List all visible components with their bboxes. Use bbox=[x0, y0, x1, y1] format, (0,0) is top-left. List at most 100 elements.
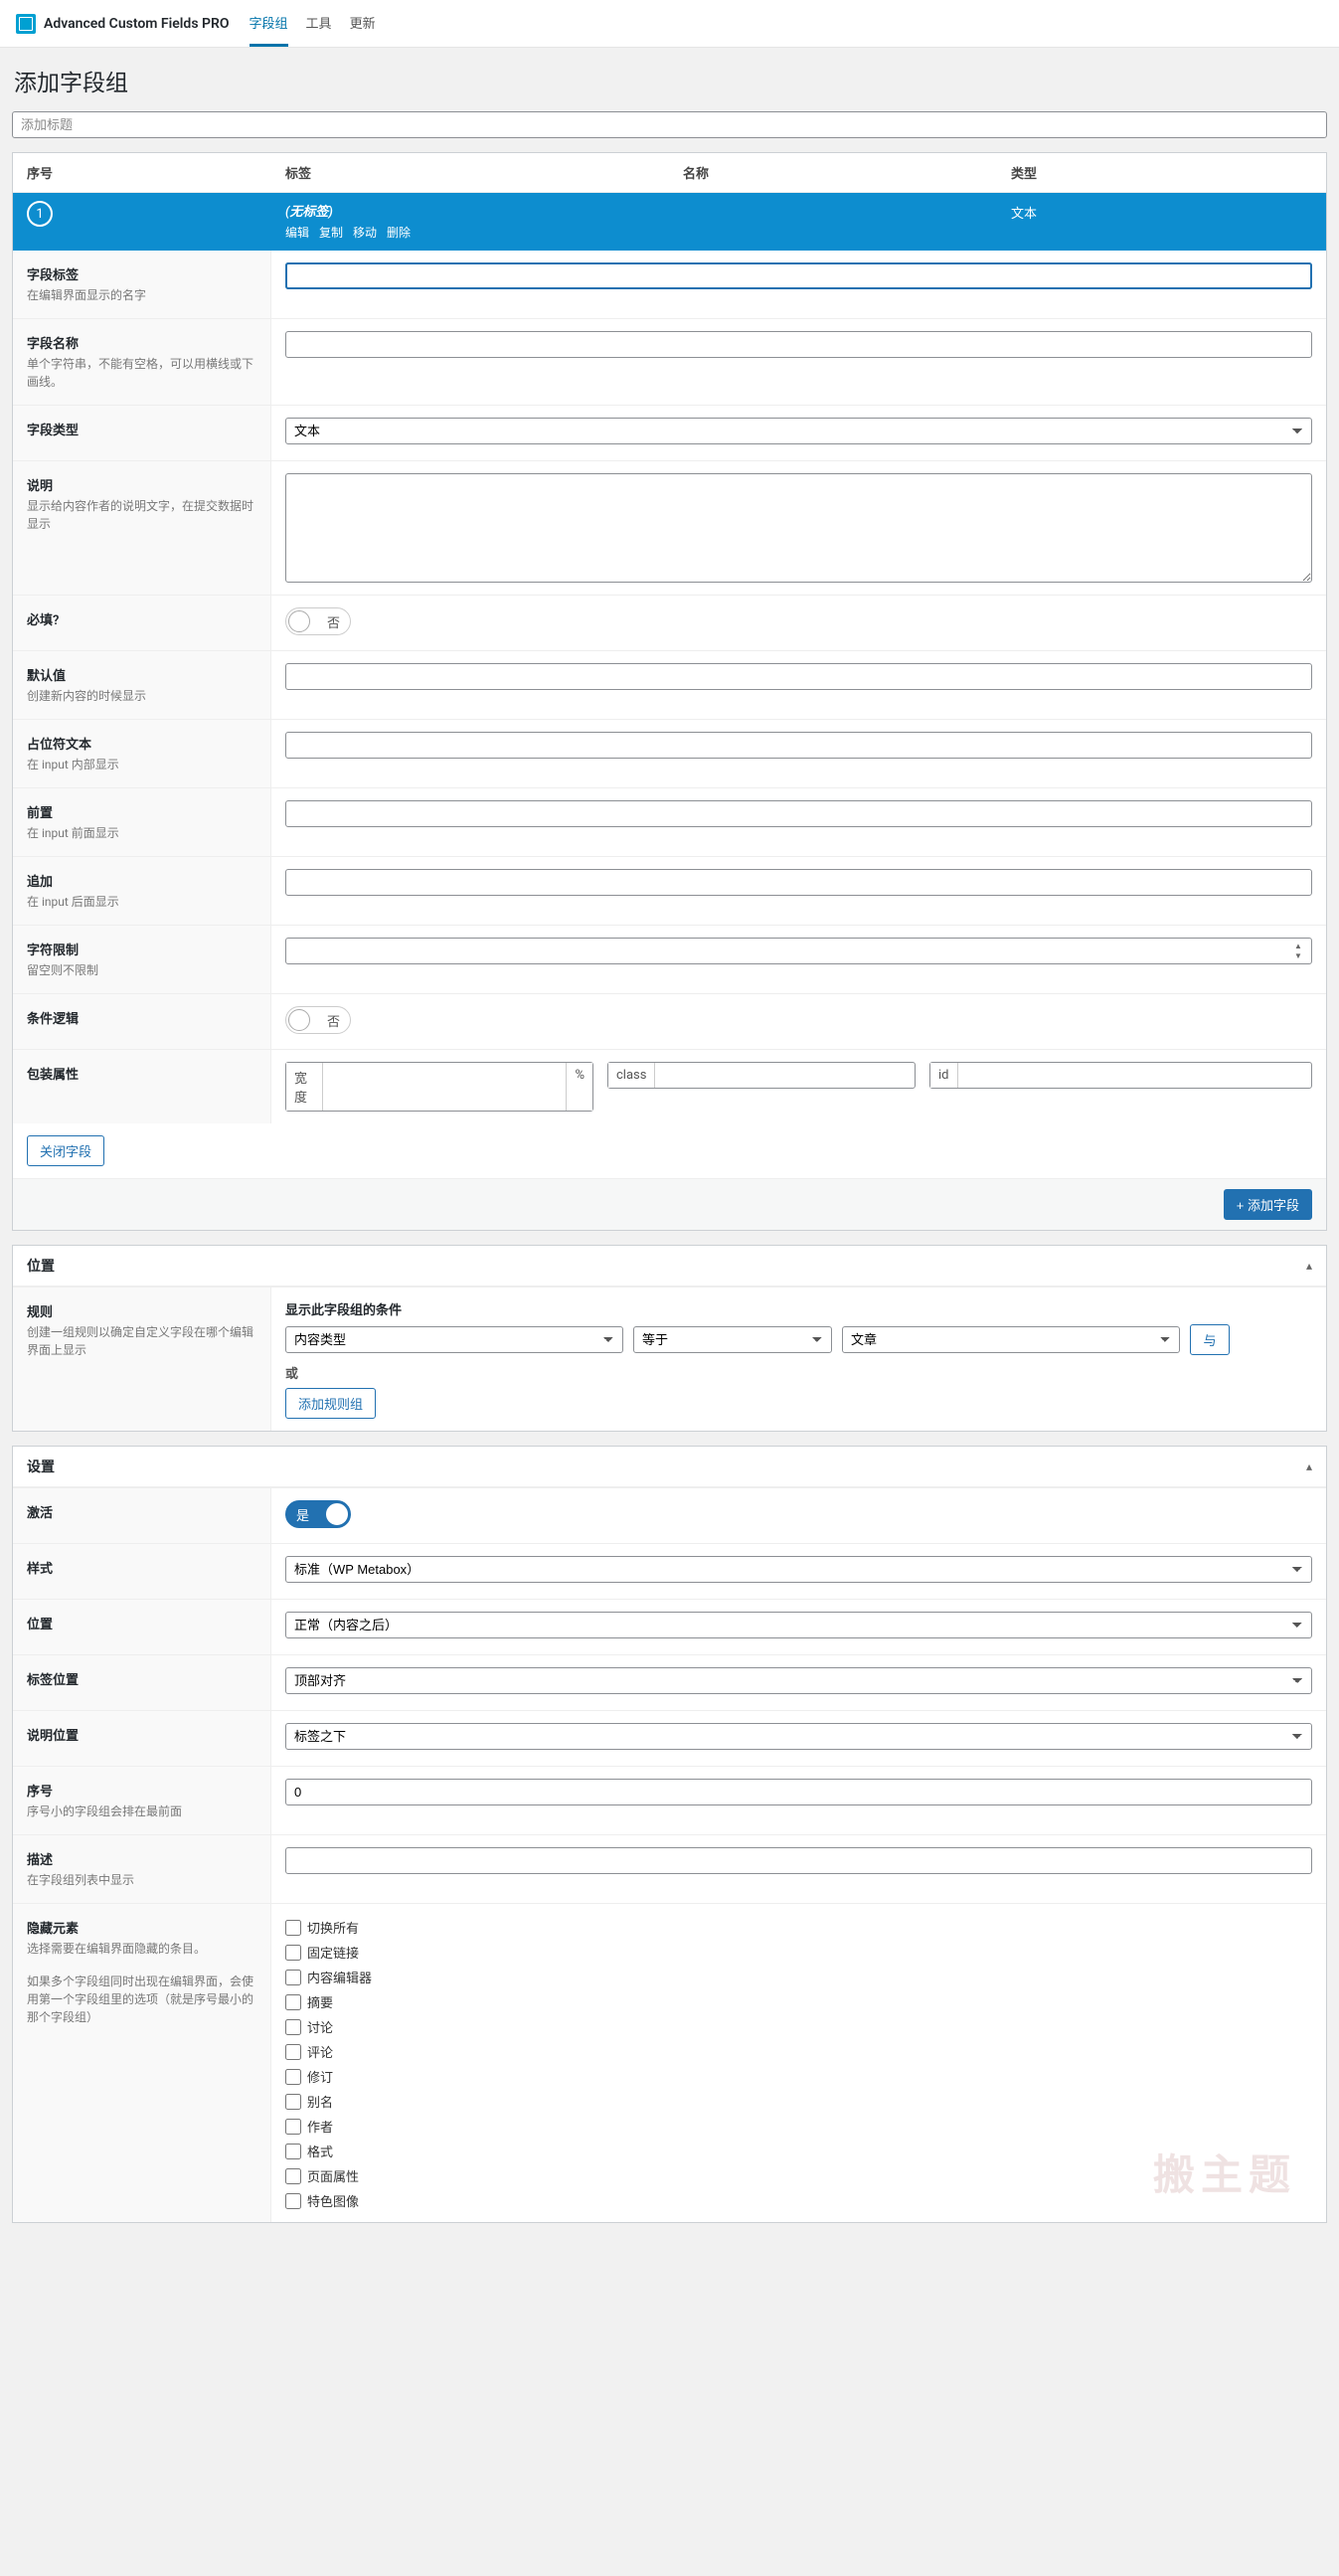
order-badge: 1 bbox=[27, 201, 53, 227]
lbl-default: 默认值 bbox=[27, 665, 256, 684]
hide-item[interactable]: 内容编辑器 bbox=[285, 1968, 372, 1986]
hide-item[interactable]: 修订 bbox=[285, 2067, 372, 2086]
rule-operator[interactable]: 等于 bbox=[633, 1326, 832, 1353]
wrapper-width: 宽度% bbox=[285, 1062, 593, 1112]
hide-checkbox[interactable] bbox=[285, 1945, 301, 1961]
input-placeholder[interactable] bbox=[285, 732, 1312, 759]
wrapper-id: id bbox=[929, 1062, 1312, 1089]
hide-checkbox[interactable] bbox=[285, 1970, 301, 1985]
page-title: 添加字段组 bbox=[14, 64, 1327, 97]
header-tabs: 字段组 工具 更新 bbox=[250, 1, 376, 47]
hide-item[interactable]: 固定链接 bbox=[285, 1943, 372, 1962]
add-field-button[interactable]: + 添加字段 bbox=[1224, 1189, 1312, 1220]
input-append[interactable] bbox=[285, 869, 1312, 896]
lbl-conditional: 条件逻辑 bbox=[27, 1008, 256, 1027]
add-rule-group-button[interactable]: 添加规则组 bbox=[285, 1388, 376, 1419]
action-copy[interactable]: 复制 bbox=[319, 224, 343, 241]
toggle-conditional[interactable]: 否 bbox=[285, 1006, 351, 1034]
title-input[interactable] bbox=[12, 111, 1327, 138]
lbl-order-no: 序号 bbox=[27, 1781, 256, 1800]
col-type: 类型 bbox=[1011, 163, 1312, 182]
lbl-field-name: 字段名称 bbox=[27, 333, 256, 352]
hide-checkbox[interactable] bbox=[285, 2044, 301, 2060]
hide-item[interactable]: 摘要 bbox=[285, 1992, 372, 2011]
rule-param[interactable]: 内容类型 bbox=[285, 1326, 623, 1353]
fields-footer: + 添加字段 bbox=[13, 1178, 1326, 1230]
tab-tools[interactable]: 工具 bbox=[306, 1, 332, 47]
lbl-field-type: 字段类型 bbox=[27, 420, 256, 438]
hide-checkbox[interactable] bbox=[285, 1994, 301, 2010]
textarea-instructions[interactable] bbox=[285, 473, 1312, 583]
rule-and-button[interactable]: 与 bbox=[1190, 1324, 1230, 1355]
or-label: 或 bbox=[285, 1363, 298, 1382]
hide-item[interactable]: 讨论 bbox=[285, 2017, 372, 2036]
collapse-icon[interactable]: ▴ bbox=[1306, 1259, 1312, 1273]
tab-field-groups[interactable]: 字段组 bbox=[250, 1, 288, 47]
input-field-name[interactable] bbox=[285, 331, 1312, 358]
hide-checkbox[interactable] bbox=[285, 1920, 301, 1936]
hide-checkbox[interactable] bbox=[285, 2119, 301, 2135]
hide-item[interactable]: 别名 bbox=[285, 2092, 372, 2111]
field-label-text: (无标签) bbox=[285, 205, 333, 220]
input-charlimit[interactable] bbox=[285, 938, 1312, 964]
select-instruction-placement[interactable]: 标签之下 bbox=[285, 1723, 1312, 1750]
lbl-placeholder: 占位符文本 bbox=[27, 734, 256, 753]
hide-item[interactable]: 切换所有 bbox=[285, 1918, 372, 1937]
input-description[interactable] bbox=[285, 1847, 1312, 1874]
hide-checkbox[interactable] bbox=[285, 2019, 301, 2035]
lbl-rules: 规则 bbox=[27, 1301, 256, 1320]
action-move[interactable]: 移动 bbox=[353, 224, 377, 241]
fields-panel: 序号 标签 名称 类型 1 (无标签) 编辑 复制 移动 删除 文本 字段标签在… bbox=[12, 152, 1327, 1231]
hide-item[interactable]: 格式 bbox=[285, 2142, 372, 2160]
collapse-icon[interactable]: ▴ bbox=[1306, 1460, 1312, 1473]
field-row[interactable]: 1 (无标签) 编辑 复制 移动 删除 文本 bbox=[13, 193, 1326, 251]
brand-logo: Advanced Custom Fields PRO bbox=[16, 14, 230, 34]
hide-item[interactable]: 特色图像 bbox=[285, 2191, 372, 2210]
hide-item[interactable]: 页面属性 bbox=[285, 2166, 372, 2185]
wrapper-class: class bbox=[607, 1062, 916, 1089]
input-order-no[interactable] bbox=[285, 1779, 1312, 1805]
lbl-position: 位置 bbox=[27, 1614, 256, 1632]
hide-checkbox[interactable] bbox=[285, 2168, 301, 2184]
input-wrapper-id[interactable] bbox=[958, 1063, 1312, 1088]
hide-item[interactable]: 评论 bbox=[285, 2042, 372, 2061]
input-wrapper-width[interactable] bbox=[323, 1063, 566, 1111]
lbl-style: 样式 bbox=[27, 1558, 256, 1577]
action-edit[interactable]: 编辑 bbox=[285, 224, 309, 241]
hide-checkbox[interactable] bbox=[285, 2094, 301, 2110]
hide-checkbox[interactable] bbox=[285, 2069, 301, 2085]
hide-checkbox[interactable] bbox=[285, 2193, 301, 2209]
tab-updates[interactable]: 更新 bbox=[350, 1, 376, 47]
lbl-hide: 隐藏元素 bbox=[27, 1918, 256, 1937]
lbl-prepend: 前置 bbox=[27, 802, 256, 821]
lbl-charlimit: 字符限制 bbox=[27, 940, 256, 958]
col-name: 名称 bbox=[683, 163, 1011, 182]
select-field-type[interactable]: 文本 bbox=[285, 418, 1312, 444]
number-spinner[interactable]: ▲▼ bbox=[1294, 942, 1308, 960]
toggle-required[interactable]: 否 bbox=[285, 607, 351, 635]
lbl-field-label: 字段标签 bbox=[27, 264, 256, 283]
col-label: 标签 bbox=[285, 163, 683, 182]
rule-value[interactable]: 文章 bbox=[842, 1326, 1180, 1353]
select-position[interactable]: 正常（内容之后） bbox=[285, 1612, 1312, 1638]
settings-title: 设置 bbox=[27, 1457, 55, 1476]
toggle-active[interactable]: 是 bbox=[285, 1500, 351, 1528]
condition-label: 显示此字段组的条件 bbox=[285, 1299, 402, 1318]
input-wrapper-class[interactable] bbox=[655, 1063, 915, 1088]
lbl-required: 必填? bbox=[27, 609, 256, 628]
col-order: 序号 bbox=[27, 163, 285, 182]
hide-checkbox[interactable] bbox=[285, 2144, 301, 2159]
select-label-placement[interactable]: 顶部对齐 bbox=[285, 1667, 1312, 1694]
lbl-description: 描述 bbox=[27, 1849, 256, 1868]
lbl-append: 追加 bbox=[27, 871, 256, 890]
hide-item[interactable]: 作者 bbox=[285, 2117, 372, 2136]
hide-checklist: 切换所有固定链接内容编辑器摘要讨论评论修订别名作者格式页面属性特色图像 bbox=[285, 1916, 372, 2210]
close-field-button[interactable]: 关闭字段 bbox=[27, 1135, 104, 1166]
action-delete[interactable]: 删除 bbox=[387, 224, 411, 241]
lbl-label-placement: 标签位置 bbox=[27, 1669, 256, 1688]
chevron-up-icon: ▲ bbox=[1294, 943, 1308, 950]
select-style[interactable]: 标准（WP Metabox） bbox=[285, 1556, 1312, 1583]
input-field-label[interactable] bbox=[285, 262, 1312, 289]
input-default[interactable] bbox=[285, 663, 1312, 690]
input-prepend[interactable] bbox=[285, 800, 1312, 827]
